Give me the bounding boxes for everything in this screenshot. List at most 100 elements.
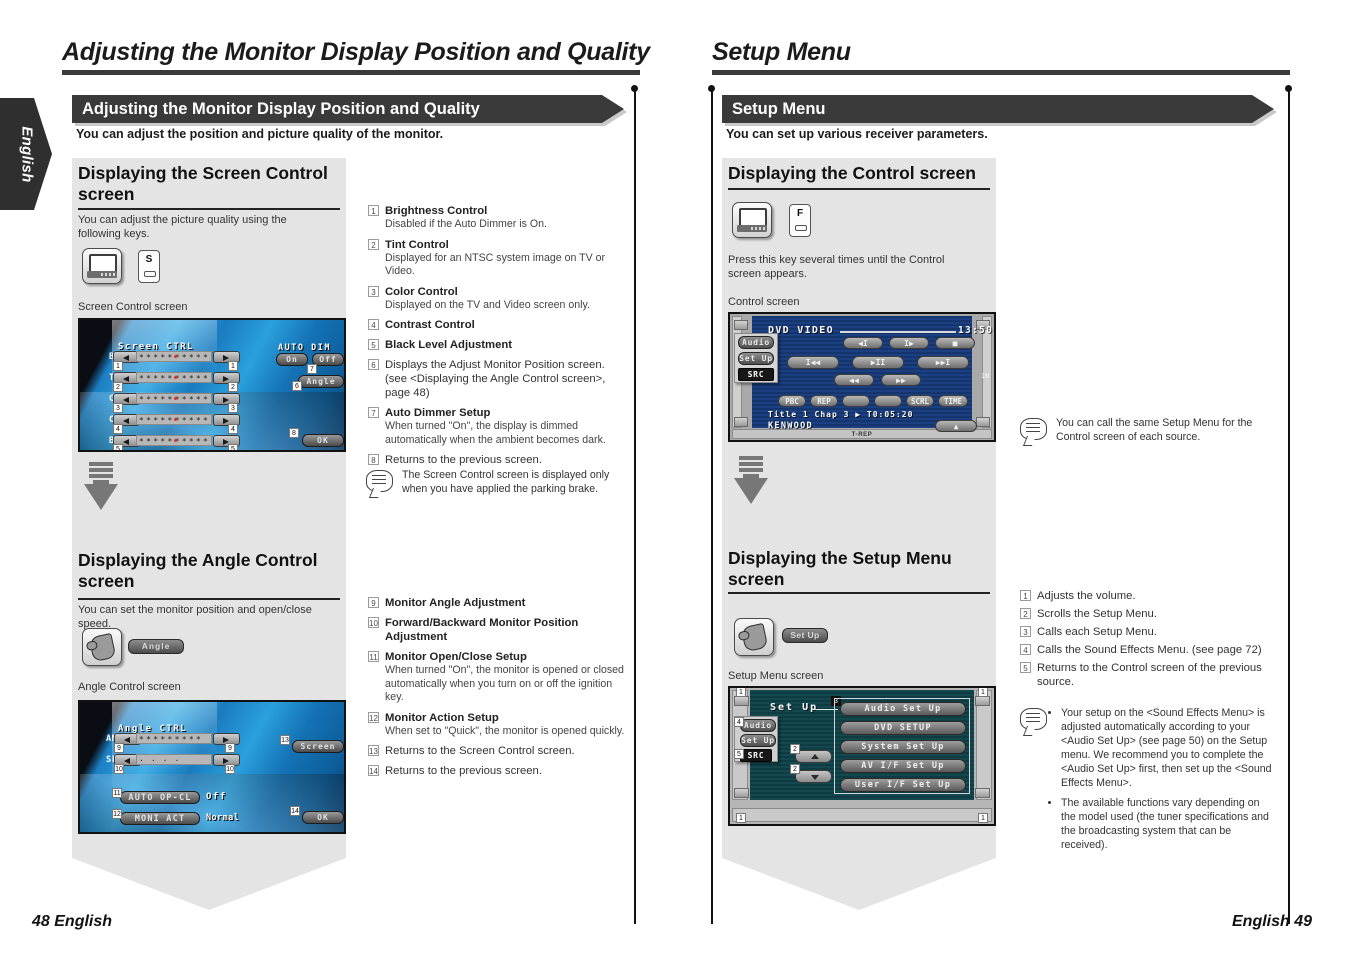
list-item: 9 Monitor Angle Adjustment: [368, 596, 630, 610]
setup-entry-user-if[interactable]: User I/F Set Up: [840, 778, 966, 792]
screen-ok-button[interactable]: OK: [302, 434, 344, 447]
left-section2-heading: Displaying the Angle Control screen: [78, 550, 318, 591]
callout-2a: 2: [113, 382, 123, 392]
left-panel-chevron: [72, 858, 346, 910]
callout-3a: 3: [113, 403, 123, 413]
setup-vol-up-button-right[interactable]: [975, 696, 990, 706]
angle-ok-button[interactable]: OK: [302, 811, 344, 824]
dvd-next-frame-button[interactable]: I▶: [889, 337, 929, 349]
right-margin-rule-left: [711, 88, 713, 924]
menu-setup-button[interactable]: Set Up: [738, 352, 774, 365]
screen-cont-slider[interactable]: **********: [136, 414, 212, 425]
setup-entry-audio[interactable]: Audio Set Up: [840, 702, 966, 716]
angle-sld-slider[interactable]: ····: [136, 754, 212, 765]
left-head-rule: [62, 70, 640, 75]
right-section1-intro: Press this key several times until the C…: [728, 254, 945, 280]
setup-vol-up-button[interactable]: [734, 696, 749, 706]
left-section1-heading: Displaying the Screen Control screen: [78, 163, 328, 204]
left-running-head: Adjusting the Monitor Display Position a…: [62, 38, 650, 66]
dvd-blank-button-1[interactable]: [842, 395, 870, 407]
setup-callout-2b: 2: [790, 764, 800, 774]
setup-vol-down-button[interactable]: [734, 788, 749, 798]
callout-6: 6: [292, 381, 302, 391]
dvd-eject-button[interactable]: ▲: [935, 420, 977, 432]
vol-down-corner-button[interactable]: [734, 417, 748, 427]
vol-down-corner-button-right[interactable]: [976, 417, 990, 427]
callout-9a: 9: [114, 743, 124, 753]
auto-opcl-button[interactable]: AUTO OP-CL: [120, 791, 200, 804]
dvd-info-line: Title 1 Chap 3 ▶ T0:05:20: [768, 410, 914, 419]
left-banner-tip: [602, 95, 624, 123]
angle-screen-button[interactable]: Screen: [292, 740, 344, 753]
list-item: 4 Contrast Control: [368, 318, 626, 332]
screen-brt-slider[interactable]: **********: [136, 351, 212, 362]
right-margin-rule-right: [1288, 88, 1290, 924]
angle-ang-slider[interactable]: *********: [136, 733, 212, 744]
setup-menu-setup-button[interactable]: Set Up: [740, 734, 776, 747]
callout-11: 11: [112, 788, 122, 798]
right-note-2-text: Your setup on the <Sound Effects Menu> i…: [1050, 706, 1276, 852]
dvd-brand: KENWOOD: [768, 421, 813, 431]
dvd-fastforward-button[interactable]: ▶▶: [881, 374, 921, 386]
right-numbered-list: 1 Adjusts the volume. 2 Scrolls the Setu…: [1020, 589, 1270, 693]
screen-blk-slider[interactable]: **********: [136, 435, 212, 446]
dvd-clock: 13:50: [958, 325, 994, 336]
right-margin-dot-left: [708, 85, 715, 92]
angle-button[interactable]: Angle: [298, 375, 344, 388]
callout-8: 8: [289, 428, 299, 438]
setup-scroll-up-button[interactable]: [795, 750, 832, 763]
setup-menu-src-button[interactable]: SRC: [740, 749, 772, 762]
dvd-pbc-button[interactable]: PBC: [778, 395, 806, 407]
callout-4b: 4: [228, 424, 238, 434]
dvd-playpause-button[interactable]: ▶II: [852, 356, 904, 369]
angle-key-button[interactable]: Angle: [128, 639, 184, 654]
setup-entry-system[interactable]: System Set Up: [840, 740, 966, 754]
callout-1a: 1: [113, 361, 123, 371]
dvd-prev-frame-button[interactable]: ◀I: [843, 337, 883, 349]
moni-act-button[interactable]: MONI ACT: [120, 812, 200, 825]
left-margin-rule: [634, 88, 636, 924]
callout-1b: 1: [228, 361, 238, 371]
dvd-blank-button-2[interactable]: [874, 395, 902, 407]
screen-col-slider[interactable]: **********: [136, 393, 212, 404]
callout-5b: 5: [228, 444, 238, 450]
setup-entry-dvd[interactable]: DVD SETUP: [840, 721, 966, 735]
list-item: 1 Brightness Control Disabled if the Aut…: [368, 204, 626, 232]
dvd-prev-track-button[interactable]: I◀◀: [787, 356, 839, 369]
callout-10a: 10: [114, 764, 124, 774]
dvd-stop-button[interactable]: ■: [935, 337, 975, 349]
screen-control-screen: Screen CTRL BLK CONT COL TIN BRT *******…: [78, 318, 346, 452]
setup-entry-av-if[interactable]: AV I/F Set Up: [840, 759, 966, 773]
setup-callout-1b: 1: [978, 688, 988, 697]
right-panel-chevron: [722, 858, 996, 910]
callout-14: 14: [290, 806, 300, 816]
auto-dim-label: AUTO DIM: [278, 343, 331, 353]
setup-key-icon: [734, 618, 774, 656]
menu-audio-button[interactable]: Audio: [738, 336, 774, 349]
vol-up-corner-button[interactable]: [734, 320, 748, 330]
moni-act-value: Normal: [206, 813, 240, 823]
setup-vol-down-button-right[interactable]: [975, 788, 990, 798]
flow-down-arrow-1: [84, 462, 118, 510]
setup-scroll-down-button[interactable]: [795, 770, 832, 783]
dvd-scrl-button[interactable]: SCRL: [906, 395, 934, 407]
setup-callout-1c: 1: [736, 813, 746, 823]
dvd-rewind-button[interactable]: ◀◀: [834, 374, 874, 386]
screen-tin-slider[interactable]: **********: [136, 372, 212, 383]
callout-4a: 4: [113, 424, 123, 434]
left-numbered-list-2: 9 Monitor Angle Adjustment 10 Forward/Ba…: [368, 596, 630, 784]
list-item: 12 Monitor Action Setup When set to "Qui…: [368, 711, 625, 737]
setup-key-button[interactable]: Set Up: [782, 628, 828, 643]
callout-5a: 5: [113, 444, 123, 450]
setup-menu-audio-button[interactable]: Audio: [740, 719, 776, 732]
menu-src-button[interactable]: SRC: [738, 368, 774, 381]
angle-control-screen: Angle CTRL ANG ********* 9 9 SLD ···· 10…: [78, 700, 346, 834]
dvd-next-track-button[interactable]: ▶▶I: [917, 356, 969, 369]
list-item: 3 Color Control Displayed on the TV and …: [368, 285, 626, 313]
callout-3b: 3: [228, 403, 238, 413]
dvd-time-button[interactable]: TIME: [938, 395, 968, 407]
dvd-rep-button[interactable]: REP: [810, 395, 838, 407]
callout-9b: 9: [225, 743, 235, 753]
auto-dim-on-button[interactable]: On: [276, 353, 308, 366]
right-folio: English 49: [1232, 913, 1313, 930]
